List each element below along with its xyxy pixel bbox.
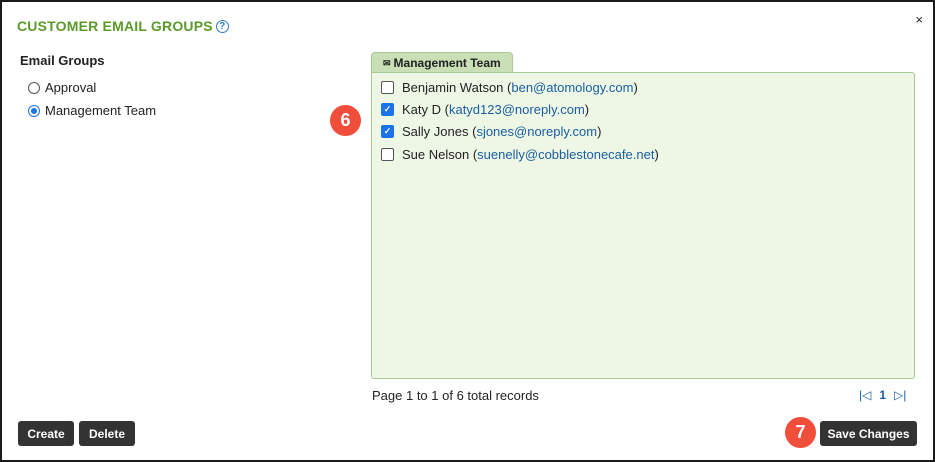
tab-label: Management Team [393, 56, 501, 70]
member-checkbox[interactable] [381, 81, 394, 94]
member-row: ✓ Katy D (katyd123@noreply.com) [381, 102, 589, 117]
customer-email-groups-dialog: CUSTOMER EMAIL GROUPS ? × Email Groups A… [0, 0, 935, 462]
tab-management-team[interactable]: ✉ Management Team [371, 52, 513, 73]
save-changes-button[interactable]: Save Changes [820, 421, 917, 446]
members-panel: Benjamin Watson (ben@atomology.com) ✓ Ka… [371, 72, 915, 379]
member-email: suenelly@cobblestonecafe.net [477, 147, 655, 162]
pager-summary: Page 1 to 1 of 6 total records [372, 388, 539, 403]
group-radio-management-team[interactable]: Management Team [28, 103, 156, 118]
member-name: Katy D [402, 102, 442, 117]
current-page[interactable]: 1 [879, 388, 886, 402]
member-checkbox[interactable] [381, 148, 394, 161]
member-email: katyd123@noreply.com [448, 102, 585, 117]
member-row: ✓ Sally Jones (sjones@noreply.com) [381, 124, 601, 139]
member-name: Benjamin Watson [402, 80, 504, 95]
member-email: ben@atomology.com [511, 80, 634, 95]
group-label: Approval [45, 80, 97, 95]
envelope-icon: ✉ [383, 57, 391, 68]
callout-badge-6: 6 [330, 105, 361, 136]
radio-button-selected[interactable] [28, 104, 40, 117]
pager-controls: |◁ 1 ▷| [859, 388, 906, 402]
close-icon[interactable]: × [915, 12, 923, 27]
dialog-title: CUSTOMER EMAIL GROUPS ? [17, 18, 229, 34]
member-name: Sue Nelson [402, 147, 470, 162]
email-groups-label: Email Groups [20, 53, 105, 68]
radio-button[interactable] [28, 81, 40, 94]
member-checkbox-checked[interactable]: ✓ [381, 125, 394, 138]
help-icon[interactable]: ? [215, 19, 229, 33]
group-label: Management Team [45, 103, 157, 118]
member-row: Benjamin Watson (ben@atomology.com) [381, 80, 638, 95]
next-page-icon[interactable]: ▷| [894, 388, 906, 402]
member-name: Sally Jones [402, 124, 469, 139]
dialog-title-text: CUSTOMER EMAIL GROUPS [17, 18, 213, 34]
member-row: Sue Nelson (suenelly@cobblestonecafe.net… [381, 147, 659, 162]
member-email: sjones@noreply.com [476, 124, 598, 139]
delete-button[interactable]: Delete [79, 421, 135, 446]
member-checkbox-checked[interactable]: ✓ [381, 103, 394, 116]
create-button[interactable]: Create [18, 421, 74, 446]
callout-badge-7: 7 [785, 417, 816, 448]
first-page-icon[interactable]: |◁ [859, 388, 871, 402]
group-radio-approval[interactable]: Approval [28, 80, 96, 95]
